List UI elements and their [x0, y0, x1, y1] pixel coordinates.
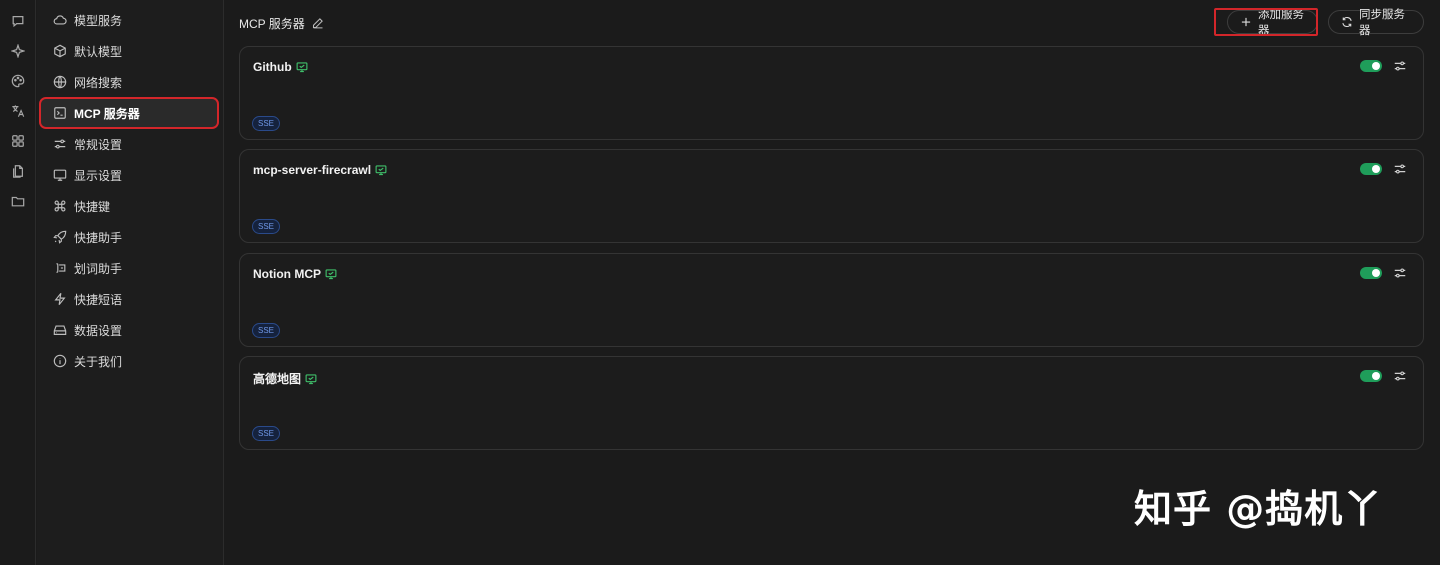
monitor-icon	[325, 268, 337, 280]
cloud-icon	[53, 13, 67, 27]
app-window: 模型服务 默认模型 网络搜索 MCP 服务器 常规设置 显示设置 快捷键 快捷助…	[0, 0, 1440, 565]
server-title: Notion MCP	[253, 267, 337, 281]
sidebar-item-quick-assistant[interactable]: 快捷助手	[41, 223, 217, 251]
sidebar-item-label: 模型服务	[74, 13, 123, 28]
sparkle-icon[interactable]	[9, 42, 27, 60]
sidebar-item-data-settings[interactable]: 数据设置	[41, 316, 217, 344]
cube-icon	[53, 44, 67, 58]
sidebar-item-display-settings[interactable]: 显示设置	[41, 161, 217, 189]
sliders-icon[interactable]	[1393, 162, 1407, 176]
refresh-icon	[1341, 16, 1353, 28]
sidebar-item-label: 数据设置	[74, 323, 123, 338]
sliders-icon[interactable]	[1393, 369, 1407, 383]
server-enable-toggle[interactable]	[1360, 163, 1382, 175]
sliders-icon	[53, 137, 67, 151]
server-title: mcp-server-firecrawl	[253, 163, 387, 177]
drive-icon	[53, 323, 67, 337]
sync-servers-label: 同步服务器	[1359, 9, 1405, 37]
rocket-icon	[53, 230, 67, 244]
chat-icon[interactable]	[9, 12, 27, 30]
add-server-label: 添加服务器	[1258, 9, 1304, 37]
command-icon	[53, 199, 67, 213]
apps-grid-icon[interactable]	[9, 132, 27, 150]
transport-tag: SSE	[252, 426, 281, 441]
sidebar-item-label: 快捷短语	[74, 292, 123, 307]
server-card[interactable]: mcp-server-firecrawl SSE	[239, 149, 1424, 243]
page-title-text: MCP 服务器	[239, 16, 305, 31]
files-icon[interactable]	[9, 162, 27, 180]
server-card[interactable]: Notion MCP SSE	[239, 253, 1424, 347]
sidebar-item-mcp-servers[interactable]: MCP 服务器	[39, 97, 219, 129]
sidebar-item-label: 网络搜索	[74, 75, 123, 90]
server-enable-toggle[interactable]	[1360, 370, 1382, 382]
sync-servers-button[interactable]: 同步服务器	[1328, 9, 1424, 37]
sidebar-item-label: 常规设置	[74, 137, 123, 152]
sidebar-item-label: 快捷助手	[74, 230, 123, 245]
server-title: Github	[253, 60, 308, 74]
server-name: Notion MCP	[253, 267, 321, 281]
transport-tag: SSE	[252, 219, 281, 234]
zap-icon	[53, 292, 67, 306]
sidebar-item-general-settings[interactable]: 常规设置	[41, 130, 217, 158]
sidebar-item-shortcuts[interactable]: 快捷键	[41, 192, 217, 220]
server-title: 高德地图	[253, 370, 317, 387]
globe-icon	[53, 75, 67, 89]
sidebar-item-label: 显示设置	[74, 168, 123, 183]
add-server-button[interactable]: 添加服务器	[1227, 9, 1318, 37]
sidebar-item-label: MCP 服务器	[74, 106, 140, 121]
monitor-icon	[305, 373, 317, 385]
monitor-icon	[53, 168, 67, 182]
watermark: 知乎 @捣机丫	[1134, 487, 1383, 531]
translate-icon[interactable]	[9, 102, 27, 120]
sliders-icon[interactable]	[1393, 266, 1407, 280]
server-enable-toggle[interactable]	[1360, 267, 1382, 279]
info-icon	[53, 354, 67, 368]
server-card[interactable]: 高德地图 SSE	[239, 356, 1424, 450]
sidebar-item-web-search[interactable]: 网络搜索	[41, 68, 217, 96]
monitor-icon	[375, 164, 387, 176]
sidebar-item-label: 默认模型	[74, 44, 123, 59]
sidebar-item-default-model[interactable]: 默认模型	[41, 37, 217, 65]
sidebar-item-label: 划词助手	[74, 261, 123, 276]
monitor-icon	[296, 61, 308, 73]
plus-icon	[1240, 16, 1252, 28]
sidebar-item-quick-phrases[interactable]: 快捷短语	[41, 285, 217, 313]
folder-icon[interactable]	[9, 192, 27, 210]
sidebar-item-selection-assistant[interactable]: 划词助手	[41, 254, 217, 282]
server-enable-toggle[interactable]	[1360, 60, 1382, 72]
sidebar-item-label: 关于我们	[74, 354, 123, 369]
server-name: Github	[253, 60, 292, 74]
sidebar-item-model-service[interactable]: 模型服务	[41, 6, 217, 34]
sidebar-item-label: 快捷键	[74, 199, 111, 214]
page-title: MCP 服务器	[239, 15, 324, 31]
server-card[interactable]: Github SSE	[239, 46, 1424, 140]
server-name: 高德地图	[253, 372, 302, 386]
transport-tag: SSE	[252, 323, 281, 338]
terminal-icon	[53, 106, 67, 120]
icon-rail	[0, 0, 36, 565]
sliders-icon[interactable]	[1393, 59, 1407, 73]
sidebar-item-about[interactable]: 关于我们	[41, 347, 217, 375]
server-name: mcp-server-firecrawl	[253, 163, 372, 177]
pencil-icon[interactable]	[312, 17, 324, 29]
settings-sidebar: 模型服务 默认模型 网络搜索 MCP 服务器 常规设置 显示设置 快捷键 快捷助…	[37, 0, 224, 565]
transport-tag: SSE	[252, 116, 281, 131]
palette-icon[interactable]	[9, 72, 27, 90]
text-select-icon	[53, 261, 67, 275]
